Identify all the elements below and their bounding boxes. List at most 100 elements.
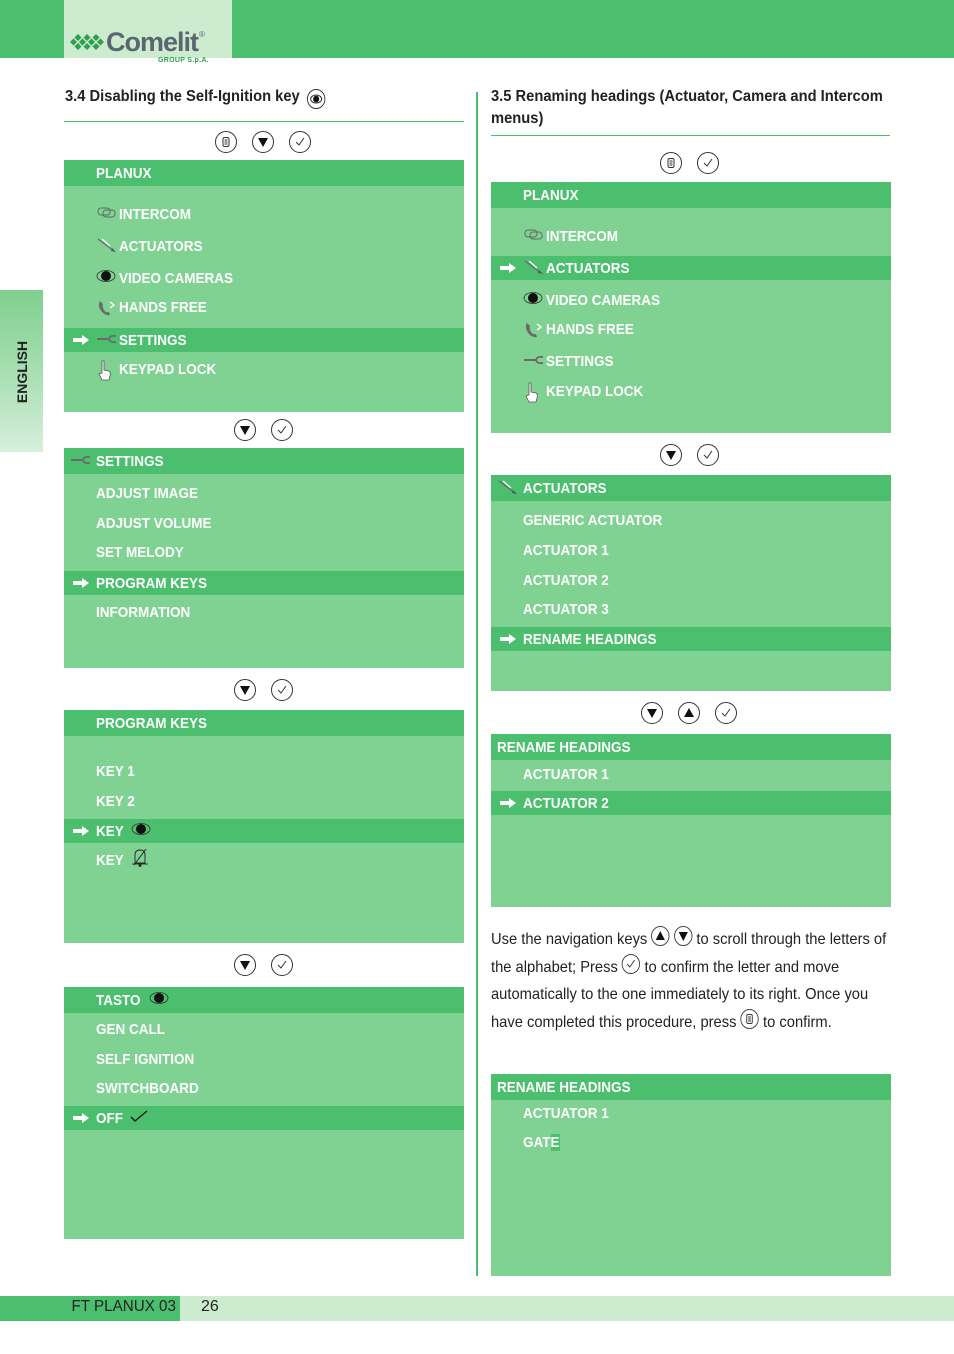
- menu-item[interactable]: SET MELODY: [64, 540, 464, 564]
- menu-item[interactable]: SETTINGS: [491, 349, 891, 373]
- menu-item-content: KEY: [96, 819, 151, 843]
- menu-item[interactable]: ADJUST IMAGE: [64, 481, 464, 505]
- key-sequence: [641, 702, 737, 724]
- menu-item-label: GENERIC ACTUATOR: [523, 511, 663, 529]
- comelit-logo: Comelit ®: [70, 29, 205, 56]
- menu-item[interactable]: SWITCHBOARD: [64, 1076, 464, 1100]
- confirm-key-icon: [271, 419, 293, 441]
- menu-item[interactable]: ACTUATORS: [64, 234, 464, 258]
- down-key-icon: [252, 131, 274, 153]
- screen-header-title: PLANUX: [96, 164, 152, 182]
- menu-item-content: ACTUATOR 3: [523, 597, 618, 621]
- menu-item-selected[interactable]: ACTUATOR 2: [491, 791, 891, 815]
- menu-item-label: ACTUATORS: [546, 259, 630, 277]
- instr-text: automatically to the one immediately to …: [491, 986, 869, 1003]
- menu-item-content: RENAME HEADINGS: [523, 627, 671, 651]
- menu-item[interactable]: HANDS FREE: [491, 317, 891, 341]
- menu-item-label: ACTUATOR 2: [523, 571, 609, 589]
- down-key-icon: [641, 702, 663, 724]
- instr-text: Use the navigation keys: [491, 931, 648, 948]
- menu-item-content: ACTUATOR 2: [523, 568, 618, 592]
- device-screen: TASTO GEN CALL SELF IGNITION SWITCHBOARD OFF: [64, 987, 464, 1239]
- menu-item[interactable]: KEYPAD LOCK: [491, 379, 891, 403]
- section-title-3-4: 3.4 Disabling the Self-Ignition key: [65, 86, 326, 109]
- menu-item-content: SWITCHBOARD: [96, 1076, 210, 1100]
- menu-item-content: ADJUST VOLUME: [96, 511, 224, 535]
- confirm-key-icon: [621, 953, 641, 974]
- menu-item[interactable]: ACTUATOR 3: [491, 597, 891, 621]
- arrow-right-icon: [499, 261, 517, 275]
- rename-input-text: GAT: [523, 1133, 551, 1151]
- camera-eye-icon: [523, 291, 545, 309]
- wrench-icon: [523, 352, 545, 370]
- hand-pointer-icon: [96, 360, 118, 381]
- menu-item-content: HANDS FREE: [119, 295, 217, 319]
- registered-mark: ®: [199, 29, 205, 39]
- menu-item[interactable]: INFORMATION: [64, 600, 464, 624]
- menu-item-label: KEY 1: [96, 762, 135, 780]
- menu-item[interactable]: ACTUATOR 1: [491, 538, 891, 562]
- camera-eye-icon: [96, 269, 118, 287]
- menu-item-selected[interactable]: OFF: [64, 1106, 464, 1130]
- menu-item[interactable]: INTERCOM: [64, 202, 464, 226]
- arrow-right-icon: [499, 632, 517, 646]
- menu-item[interactable]: ADJUST VOLUME: [64, 511, 464, 535]
- menu-item[interactable]: GENERIC ACTUATOR: [491, 508, 891, 532]
- confirm-key-icon: [697, 444, 719, 466]
- menu-item[interactable]: INTERCOM: [491, 224, 891, 248]
- menu-item-content: VIDEO CAMERAS: [119, 266, 246, 290]
- menu-item-content: GEN CALL: [96, 1017, 173, 1041]
- screen-header: ACTUATORS: [491, 475, 891, 501]
- menu-item-label: KEY 2: [96, 792, 135, 810]
- menu-item[interactable]: KEYPAD LOCK: [64, 357, 464, 381]
- screen-header-content: SETTINGS: [96, 449, 171, 473]
- menu-item-label: INTERCOM: [546, 227, 618, 245]
- footer-code-box: FT PLANUX 03: [0, 1296, 180, 1321]
- screen-header-title: RENAME HEADINGS: [497, 738, 631, 756]
- section-title-rule: [491, 135, 890, 136]
- menu-item-label: ACTUATOR 2: [523, 794, 609, 812]
- menu-item-content: KEYPAD LOCK: [546, 379, 654, 403]
- menu-item-content: SETTINGS: [546, 349, 621, 373]
- instr-text: the alphabet; Press: [491, 958, 618, 976]
- brand-group: GROUP S.p.A.: [158, 57, 209, 64]
- arrow-right-icon: [72, 1111, 90, 1125]
- menu-item[interactable]: ACTUATOR 1: [491, 1101, 891, 1125]
- menu-item-selected[interactable]: KEY: [64, 819, 464, 843]
- comelit-logo-mark-icon: [70, 34, 104, 50]
- rename-input[interactable]: GATE: [523, 1133, 560, 1151]
- menu-item[interactable]: VIDEO CAMERAS: [491, 288, 891, 312]
- menu-item-label: KEYPAD LOCK: [546, 382, 644, 400]
- menu-item[interactable]: VIDEO CAMERAS: [64, 266, 464, 290]
- confirm-key-icon: [715, 702, 737, 724]
- menu-item-label: SELF IGNITION: [96, 1050, 195, 1068]
- menu-item[interactable]: ACTUATOR 1: [491, 762, 891, 786]
- key-sequence: [660, 444, 719, 466]
- menu-item[interactable]: GATE: [491, 1130, 891, 1154]
- menu-item[interactable]: KEY 2: [64, 789, 464, 813]
- menu-item-selected[interactable]: ACTUATORS: [491, 256, 891, 280]
- screen-header-content: PLANUX: [523, 183, 585, 207]
- menu-item[interactable]: GEN CALL: [64, 1017, 464, 1041]
- menu-item-content: KEY 1: [96, 759, 139, 783]
- instr-text: to scroll through the letters of: [696, 931, 887, 948]
- menu-item[interactable]: ACTUATOR 2: [491, 568, 891, 592]
- confirm-key-icon: [697, 152, 719, 174]
- menu-item-content: SETTINGS: [119, 328, 194, 352]
- menu-item-content: KEY: [96, 848, 149, 872]
- language-label: ENGLISH: [14, 340, 30, 404]
- screen-header-content: RENAME HEADINGS: [497, 1075, 645, 1099]
- menu-item-content: ACTUATOR 1: [523, 538, 618, 562]
- menu-item-label: INTERCOM: [119, 205, 191, 223]
- menu-item-selected[interactable]: SETTINGS: [64, 328, 464, 352]
- menu-item[interactable]: HANDS FREE: [64, 295, 464, 319]
- menu-item-content: ACTUATOR 2: [523, 791, 618, 815]
- menu-item-selected[interactable]: RENAME HEADINGS: [491, 627, 891, 651]
- menu-item[interactable]: KEY: [64, 848, 464, 872]
- document-code: FT PLANUX 03: [71, 1298, 176, 1315]
- menu-item-selected[interactable]: PROGRAM KEYS: [64, 571, 464, 595]
- key-sequence: [234, 419, 293, 441]
- screen-header-title: TASTO: [96, 991, 141, 1009]
- menu-item[interactable]: KEY 1: [64, 759, 464, 783]
- menu-item[interactable]: SELF IGNITION: [64, 1047, 464, 1071]
